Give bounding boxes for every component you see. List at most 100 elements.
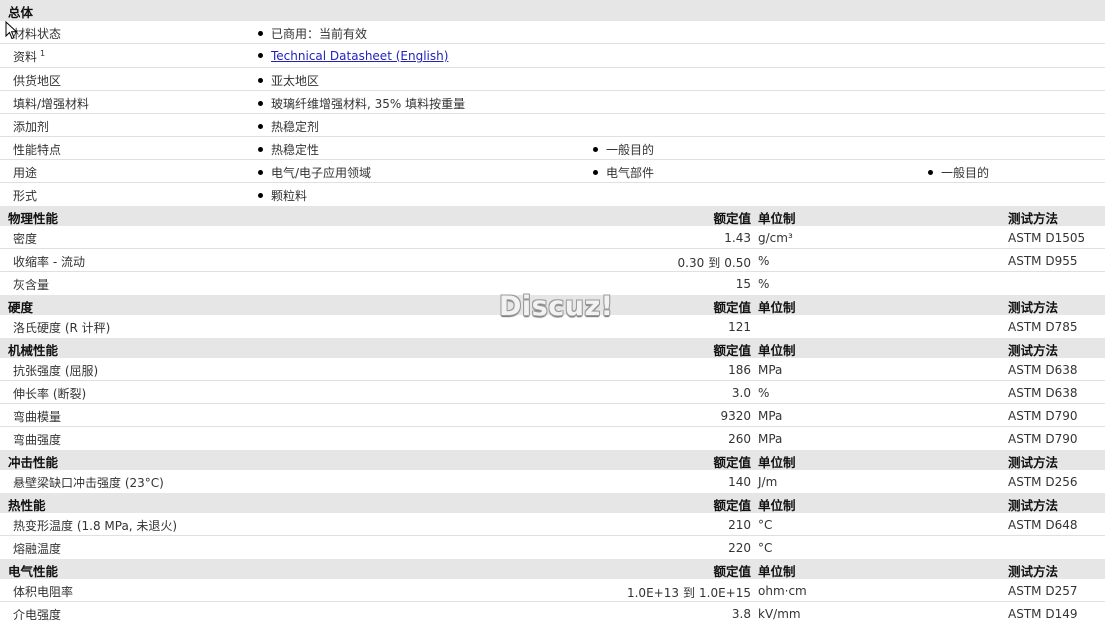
property-label: 伸长率 (断裂) [13, 387, 87, 401]
range-min: 0.30 [677, 256, 705, 270]
property-label: 供货地区 [13, 74, 62, 88]
range-separator: 到 [682, 586, 695, 600]
table-row: 资料 1 Technical Datasheet (English) [0, 44, 1105, 68]
property-unit: kV/mm [758, 607, 801, 621]
method-header: 测试方法 [1008, 211, 1059, 226]
docs-label: 资料 [13, 50, 38, 64]
table-row: 材料状态 已商用：当前有效 [0, 21, 1105, 44]
bullet-item: 颗粒料 [258, 187, 307, 204]
section-title: 电气性能 [8, 564, 59, 579]
table-row: 密度 1.43 g/cm³ ASTM D1505 [0, 226, 1105, 249]
unit-header: 单位制 [758, 455, 796, 470]
test-method: ASTM D785 [1008, 320, 1078, 334]
property-value: 220 [728, 541, 751, 555]
bullet-icon [258, 101, 263, 106]
table-row: 热变形温度 (1.8 MPa, 未退火) 210 °C ASTM D648 [0, 513, 1105, 536]
table-row: 收缩率 - 流动 0.30 到 0.50 % ASTM D955 [0, 249, 1105, 272]
property-label: 材料状态 [13, 27, 62, 41]
property-label: 抗张强度 (屈服) [13, 364, 99, 378]
bullet-item: Technical Datasheet (English) [258, 49, 448, 63]
range-min: 1.0E+13 [626, 586, 679, 600]
property-value: 9320 [720, 409, 751, 423]
property-label: 资料 1 [13, 48, 45, 65]
section-thermal-header: 热性能 额定值 单位制 测试方法 [0, 492, 1105, 513]
property-unit: % [758, 277, 770, 291]
bullet-icon [258, 53, 263, 58]
property-value: 已商用：当前有效 [271, 27, 368, 41]
property-unit: % [758, 254, 770, 268]
section-physical-header: 物理性能 额定值 单位制 测试方法 [0, 205, 1105, 226]
property-value: 260 [728, 432, 751, 446]
property-label: 热变形温度 (1.8 MPa, 未退火) [13, 519, 178, 533]
property-label: 填料/增强材料 [13, 97, 90, 111]
property-value: 电气/电子应用领域 [271, 166, 372, 180]
property-value: 1.43 [724, 231, 751, 245]
property-value: 3.0 [731, 386, 751, 400]
bullet-item: 玻璃纤维增强材料, 35% 填料按重量 [258, 95, 465, 112]
bullet-icon [258, 147, 263, 152]
bullet-icon [258, 170, 263, 175]
property-value: 颗粒料 [271, 189, 308, 203]
property-unit: MPa [758, 409, 783, 423]
property-value: 15 [735, 277, 751, 291]
table-row: 用途 电气/电子应用领域 电气部件 一般目的 [0, 160, 1105, 183]
table-row: 添加剂 热稳定剂 [0, 114, 1105, 137]
property-unit: MPa [758, 363, 783, 377]
section-general-header: 总体 [0, 0, 1105, 21]
bullet-icon [593, 170, 598, 175]
test-method: ASTM D790 [1008, 432, 1078, 446]
property-label: 收缩率 - 流动 [13, 255, 85, 269]
nominal-header: 额定值 [713, 211, 751, 226]
bullet-item: 一般目的 [593, 141, 654, 158]
table-row: 性能特点 热稳定性 一般目的 [0, 137, 1105, 160]
property-value: 210 [728, 518, 751, 532]
section-mechanical-header: 机械性能 额定值 单位制 测试方法 [0, 337, 1105, 358]
test-method: ASTM D790 [1008, 409, 1078, 423]
property-label: 形式 [13, 189, 38, 203]
bullet-icon [593, 147, 598, 152]
section-title: 冲击性能 [8, 455, 59, 470]
method-header: 测试方法 [1008, 498, 1059, 513]
test-method: ASTM D955 [1008, 254, 1078, 268]
section-title: 硬度 [8, 300, 34, 315]
property-label: 性能特点 [13, 143, 62, 157]
bullet-icon [258, 124, 263, 129]
unit-header: 单位制 [758, 343, 796, 358]
property-value: 玻璃纤维增强材料, 35% 填料按重量 [271, 97, 466, 111]
method-header: 测试方法 [1008, 455, 1059, 470]
bullet-item: 热稳定性 [258, 141, 319, 158]
method-header: 测试方法 [1008, 300, 1059, 315]
table-row: 弯曲模量 9320 MPa ASTM D790 [0, 404, 1105, 427]
nominal-header: 额定值 [713, 455, 751, 470]
property-unit: ohm·cm [758, 584, 807, 598]
table-row: 体积电阻率 1.0E+13 到 1.0E+15 ohm·cm ASTM D257 [0, 579, 1105, 602]
test-method: ASTM D638 [1008, 386, 1078, 400]
method-header: 测试方法 [1008, 564, 1059, 579]
technical-datasheet-link[interactable]: Technical Datasheet (English) [271, 49, 448, 63]
range-separator: 到 [708, 256, 721, 270]
bullet-item: 亚太地区 [258, 72, 319, 89]
property-value: 亚太地区 [271, 74, 320, 88]
property-value: 一般目的 [941, 166, 990, 180]
test-method: ASTM D257 [1008, 584, 1078, 598]
table-row: 伸长率 (断裂) 3.0 % ASTM D638 [0, 381, 1105, 404]
property-label: 用途 [13, 166, 38, 180]
unit-header: 单位制 [758, 498, 796, 513]
property-value: 电气部件 [606, 166, 655, 180]
section-title: 机械性能 [8, 343, 59, 358]
bullet-icon [258, 31, 263, 36]
property-unit: J/m [758, 475, 778, 489]
property-unit: % [758, 386, 770, 400]
property-label: 弯曲强度 [13, 433, 62, 447]
property-unit: MPa [758, 432, 783, 446]
property-label: 悬壁梁缺口冲击强度 (23°C) [13, 476, 164, 490]
test-method: ASTM D648 [1008, 518, 1078, 532]
unit-header: 单位制 [758, 211, 796, 226]
property-value: 186 [728, 363, 751, 377]
property-value-range: 1.0E+13 到 1.0E+15 [627, 584, 751, 601]
property-label: 熔融温度 [13, 542, 62, 556]
footnote-marker: 1 [40, 49, 46, 58]
section-electrical-header: 电气性能 额定值 单位制 测试方法 [0, 558, 1105, 579]
bullet-item: 一般目的 [928, 164, 989, 181]
method-header: 测试方法 [1008, 343, 1059, 358]
